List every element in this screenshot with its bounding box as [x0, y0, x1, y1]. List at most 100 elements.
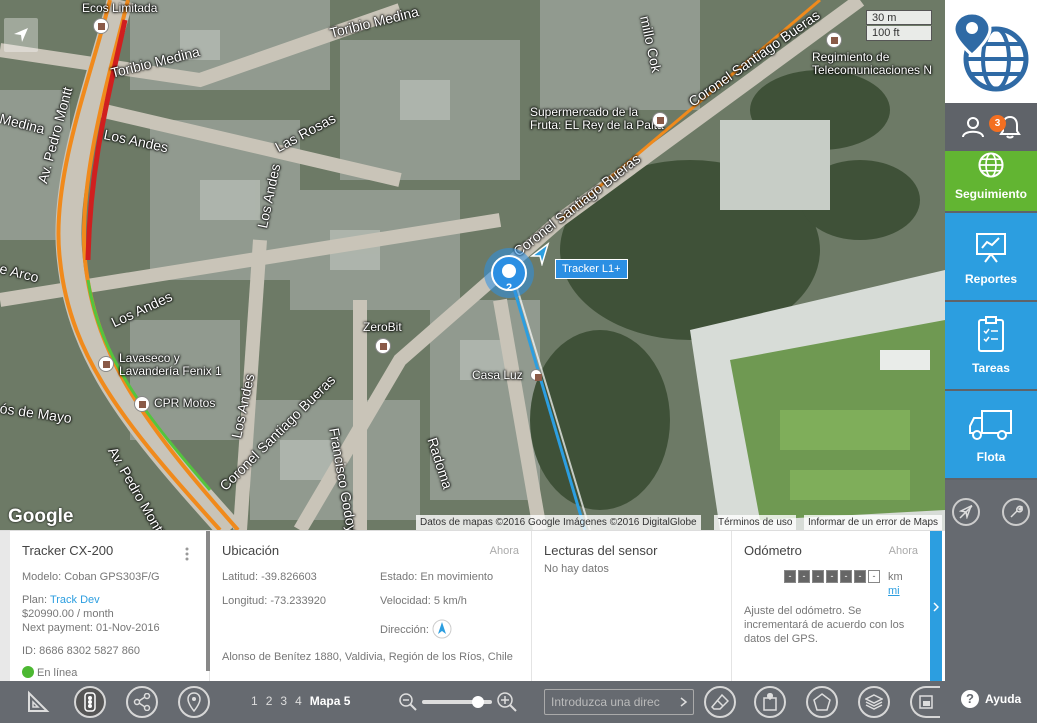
location-title: Ubicación	[222, 543, 280, 558]
poi-label-line: Regimiento de	[812, 50, 890, 64]
ruler-icon	[28, 690, 50, 712]
polygon-button[interactable]	[806, 686, 838, 718]
poi-marker-icon[interactable]	[375, 338, 391, 354]
poi-label-ecos[interactable]: Ecos Limitada	[82, 2, 157, 15]
plan-link[interactable]: Track Dev	[50, 594, 100, 606]
ruler-button[interactable]	[22, 686, 54, 718]
layers-icon	[865, 694, 883, 710]
odometer-digits[interactable]: - - - - - - -	[784, 570, 880, 583]
map-page-current[interactable]: Mapa 5	[310, 694, 351, 708]
map-page-tab[interactable]: 3	[280, 694, 287, 708]
map-page-tab[interactable]: 1	[251, 694, 258, 708]
poi-marker-icon[interactable]	[826, 32, 842, 48]
poi-marker-icon[interactable]	[98, 356, 114, 372]
bottom-toolbar: 1 2 3 4 Mapa 5 Introduzca una direc	[0, 681, 945, 723]
poi-label-line: Lavandería Fenix 1	[119, 364, 222, 378]
eraser-button[interactable]	[704, 686, 736, 718]
share-button[interactable]	[126, 686, 158, 718]
window-icon	[919, 695, 933, 709]
status-label: En línea	[37, 667, 78, 679]
device-title: Tracker CX-200	[22, 543, 114, 558]
chevron-right-icon[interactable]	[680, 697, 688, 707]
odometer-note-line: Ajuste del odómetro. Se	[744, 605, 862, 617]
odo-digit: -	[854, 570, 866, 583]
poi-label-line: Telecomunicaciones N	[812, 63, 933, 77]
odometer-note-line: incrementará de acuerdo con los	[744, 619, 905, 631]
device-id: ID: 8686 8302 5827 860	[22, 645, 141, 657]
info-panel: Tracker CX-200 Modelo: Coban GPS303F/G P…	[0, 530, 945, 682]
settings-tool-button[interactable]	[1002, 498, 1030, 526]
poi-marker-icon[interactable]	[93, 18, 109, 34]
share-icon	[133, 693, 151, 711]
zoom-slider-handle[interactable]	[472, 696, 484, 708]
device-plan: Plan: Track Dev	[22, 593, 197, 607]
odometer-note-line: datos del GPS.	[744, 633, 818, 645]
traffic-button[interactable]	[74, 686, 106, 718]
zoom-control	[398, 691, 518, 713]
poi-label-regimiento[interactable]: Regimiento de Telecomunicaciones N	[812, 51, 932, 77]
window-button[interactable]	[910, 686, 940, 718]
my-location-button[interactable]	[4, 18, 38, 52]
zoom-out-icon[interactable]	[398, 692, 418, 712]
odometer-card: Odómetro Ahora - - - - - - - km mi Ajust…	[732, 531, 930, 682]
latitude: Latitud: -39.826603	[222, 571, 317, 583]
layers-button[interactable]	[858, 686, 890, 718]
pentagon-icon	[813, 693, 831, 711]
wrench-icon	[1010, 505, 1023, 518]
map-view[interactable]: Toribio Medina Toribio Medina Los Andes …	[0, 0, 945, 530]
chart-board-icon	[976, 233, 1006, 263]
nav-flota[interactable]: Flota	[945, 391, 1037, 480]
scale-imperial: 100 ft	[866, 26, 932, 41]
tracker-label[interactable]: Tracker L1+	[555, 259, 628, 279]
help-button[interactable]: ? Ayuda	[961, 690, 1021, 708]
device-status: En línea	[22, 666, 197, 680]
location-updated: Ahora	[489, 545, 519, 557]
route-tool-button[interactable]	[952, 498, 980, 526]
map-page-tab[interactable]: 4	[295, 694, 302, 708]
map-scale: 30 m 100 ft	[866, 10, 932, 42]
poi-label-zerobit[interactable]: ZeroBit	[363, 321, 402, 334]
shopping-bag-icon[interactable]	[134, 396, 150, 412]
user-row: 3	[945, 103, 1037, 151]
terms-link[interactable]: Términos de uso	[714, 515, 797, 530]
poi-label-cpr[interactable]: CPR Motos	[154, 397, 215, 410]
traffic-light-icon	[84, 692, 96, 712]
app-logo[interactable]	[945, 0, 1037, 103]
direction-label: Dirección:	[380, 624, 429, 636]
nav-label: Flota	[976, 450, 1006, 464]
panel-next-button[interactable]	[930, 531, 942, 682]
odometer-note: Ajuste del odómetro. Se incrementará de …	[744, 604, 918, 646]
nav-seguimiento[interactable]: Seguimiento	[945, 151, 1037, 213]
unit-km[interactable]: km	[888, 570, 903, 584]
odo-digit: -	[798, 570, 810, 583]
user-icon[interactable]	[961, 115, 985, 139]
nav-tareas[interactable]: Tareas	[945, 302, 1037, 391]
panel-left-scroll[interactable]	[0, 531, 10, 682]
device-cluster-marker[interactable]: 2	[484, 248, 534, 298]
nav-reportes[interactable]: Reportes	[945, 213, 1037, 302]
poi-label-supermercado[interactable]: Supermercado de la Fruta: EL Rey de la P…	[530, 106, 664, 132]
more-options-icon[interactable]	[185, 547, 189, 561]
odo-digit: -	[868, 570, 880, 583]
location-grid: Latitud: -39.826603 Longitud: -73.233920…	[222, 570, 519, 650]
report-error-link[interactable]: Informar de un error de Maps	[804, 515, 943, 530]
unit-mi[interactable]: mi	[888, 584, 903, 598]
location-pin-button[interactable]	[178, 686, 210, 718]
poi-label-casaluz[interactable]: Casa Luz	[472, 369, 523, 382]
sensor-empty: No hay datos	[544, 563, 609, 575]
shopping-cart-icon[interactable]	[652, 112, 668, 128]
zoom-in-icon[interactable]	[496, 691, 518, 713]
zoom-slider-track[interactable]	[422, 696, 492, 708]
poi-label-line: Lavaseco y	[119, 351, 180, 365]
map-page-tab[interactable]: 2	[266, 694, 273, 708]
odo-digit: -	[784, 570, 796, 583]
geofence-button[interactable]	[754, 686, 786, 718]
speed: Velocidad: 5 km/h	[380, 595, 467, 607]
poi-label-lavaseco[interactable]: Lavaseco y Lavandería Fenix 1	[119, 352, 222, 378]
address-search-input[interactable]: Introduzca una direc	[544, 689, 694, 715]
direction: Dirección:	[380, 619, 452, 639]
poi-marker-icon[interactable]	[530, 369, 542, 381]
device-card: Tracker CX-200 Modelo: Coban GPS303F/G P…	[10, 531, 210, 682]
longitude: Longitud: -73.233920	[222, 595, 326, 607]
status-moving: Estado: En movimiento	[380, 571, 494, 583]
